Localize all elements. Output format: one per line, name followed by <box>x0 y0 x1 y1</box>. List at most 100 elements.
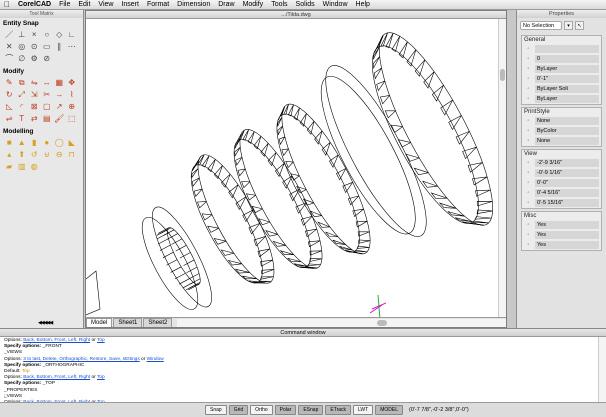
vertical-scroll-thumb[interactable] <box>500 69 505 81</box>
cone-icon[interactable]: ▲ <box>16 137 29 149</box>
section-modify[interactable]: Modify <box>0 66 83 76</box>
menu-insert[interactable]: Insert <box>117 1 143 8</box>
property-row[interactable]: ◦ -2'-9 3/16" <box>522 158 601 168</box>
property-row[interactable]: ◦ ByLayer Soli <box>522 84 601 94</box>
quadrant-snap-icon[interactable]: ✕ <box>3 41 16 53</box>
revolve-icon[interactable]: ↺ <box>28 149 41 161</box>
explode-icon[interactable]: ⊠ <box>28 101 41 113</box>
group-icon[interactable]: ⬚ <box>66 113 79 125</box>
paint-icon[interactable]: 🖌 <box>53 113 66 125</box>
property-value[interactable]: 0'-4 5/16" <box>535 189 599 197</box>
property-value[interactable]: None <box>535 137 599 145</box>
quick-select-button[interactable]: ▾ <box>564 21 573 30</box>
edit-poly-icon[interactable]: ▢ <box>41 101 54 113</box>
status-toggle-lwt[interactable]: LWT <box>353 405 374 415</box>
horizontal-scrollbar[interactable] <box>177 319 506 327</box>
extend-icon[interactable]: → <box>53 89 66 101</box>
property-row[interactable]: ◦ 0'-1" <box>522 74 601 84</box>
property-row[interactable]: ◦ None <box>522 116 601 126</box>
command-prompt-input[interactable]: : <box>0 394 5 400</box>
palette-pager[interactable]: ◀◀◀◀◀ <box>38 320 53 326</box>
chamfer-icon[interactable]: ◺ <box>3 101 16 113</box>
group-title[interactable]: View <box>522 150 601 158</box>
array-icon[interactable]: ▦ <box>53 77 66 89</box>
align-icon[interactable]: ⇌ <box>3 113 16 125</box>
menu-edit[interactable]: Edit <box>74 1 94 8</box>
extrude-icon[interactable]: ⬆ <box>16 149 29 161</box>
break-icon[interactable]: ⌇ <box>66 89 79 101</box>
apple-menu-icon[interactable]:  <box>0 0 14 9</box>
extension-snap-icon[interactable]: ⋯ <box>66 41 79 53</box>
section-entity-snap[interactable]: Entity Snap <box>0 18 83 28</box>
endpoint-snap-icon[interactable]: ／ <box>3 29 16 41</box>
union-icon[interactable]: ⊎ <box>41 149 54 161</box>
status-toggle-esnap[interactable]: ESnap <box>298 405 324 415</box>
scale-icon[interactable]: ⤢ <box>16 89 29 101</box>
menu-tools[interactable]: Tools <box>267 1 291 8</box>
tangent-snap-icon[interactable]: ∟ <box>66 29 79 41</box>
mirror-icon[interactable]: ⇋ <box>28 77 41 89</box>
rotate-icon[interactable]: ↻ <box>3 89 16 101</box>
status-toggle-grid[interactable]: Grid <box>228 405 249 415</box>
property-row[interactable]: ◦ Yes <box>522 240 601 250</box>
menu-draw[interactable]: Draw <box>214 1 238 8</box>
property-row[interactable]: ◦ Yes <box>522 230 601 240</box>
vertical-scrollbar[interactable] <box>498 19 506 319</box>
box-icon[interactable]: ■ <box>3 137 16 149</box>
wedge-icon[interactable]: ◣ <box>66 137 79 149</box>
group-title[interactable]: Misc <box>522 212 601 220</box>
group-title[interactable]: General <box>522 36 601 44</box>
copy-icon[interactable]: ⧉ <box>16 77 29 89</box>
property-value[interactable]: 0'-0" <box>535 179 599 187</box>
drawing-canvas[interactable] <box>86 19 498 317</box>
menu-file[interactable]: File <box>55 1 74 8</box>
horizontal-scroll-thumb[interactable] <box>377 320 388 326</box>
text-edit-icon[interactable]: T <box>16 113 29 125</box>
property-value[interactable]: 0 <box>535 55 599 63</box>
select-entities-button[interactable]: ↖ <box>575 21 584 30</box>
group-title[interactable]: PrintStyle <box>522 108 601 116</box>
erase-icon[interactable]: ✎ <box>3 77 16 89</box>
menu-modify[interactable]: Modify <box>239 1 268 8</box>
property-row[interactable]: ◦ 0'-0" <box>522 178 601 188</box>
subtract-icon[interactable]: ⊖ <box>53 149 66 161</box>
command-option-link[interactable]: Top <box>97 338 105 343</box>
property-value[interactable]: -2'-9 3/16" <box>535 159 599 167</box>
menu-corelcad[interactable]: CorelCAD <box>14 1 55 8</box>
center-snap-icon[interactable]: ◎ <box>16 41 29 53</box>
command-option-link[interactable]: Back, Bottom, Front, Left, Right <box>23 338 90 343</box>
join-icon[interactable]: ⊕ <box>66 101 79 113</box>
insertion-snap-icon[interactable]: ⊙ <box>28 41 41 53</box>
apparent-snap-icon[interactable]: ⌒ <box>3 53 16 65</box>
section-modelling[interactable]: Modelling <box>0 126 83 136</box>
offset-icon[interactable]: ↔ <box>41 77 54 89</box>
property-value[interactable]: Yes <box>535 241 599 249</box>
interfere-icon[interactable]: ◍ <box>28 161 41 173</box>
property-value[interactable]: ByLayer <box>535 95 599 103</box>
stretch-icon[interactable]: ⇲ <box>28 89 41 101</box>
property-row[interactable]: ◦ 0'-5 15/16" <box>522 198 601 208</box>
intersection-snap-icon[interactable]: × <box>28 29 41 41</box>
sphere-icon[interactable]: ● <box>41 137 54 149</box>
snap-clear-icon[interactable]: ⊘ <box>41 53 54 65</box>
property-value[interactable]: Yes <box>535 231 599 239</box>
property-value[interactable]: 0'-5 15/16" <box>535 199 599 207</box>
status-toggle-model[interactable]: MODEL <box>375 405 403 415</box>
perpendicular-snap-icon[interactable]: ○ <box>41 29 54 41</box>
command-option-link[interactable]: Window <box>147 357 164 362</box>
tab-sheet2[interactable]: Sheet2 <box>143 318 173 327</box>
status-toggle-snap[interactable]: Snap <box>205 405 227 415</box>
property-value[interactable]: Yes <box>535 221 599 229</box>
trim-icon[interactable]: ✂ <box>41 89 54 101</box>
menu-help[interactable]: Help <box>352 1 374 8</box>
property-value[interactable]: ByColor <box>535 127 599 135</box>
intersect-icon[interactable]: ⊓ <box>66 149 79 161</box>
status-toggle-etrack[interactable]: ETrack <box>325 405 352 415</box>
section-icon[interactable]: ▥ <box>16 161 29 173</box>
snap-settings-icon[interactable]: ⚙ <box>28 53 41 65</box>
pyramid-icon[interactable]: ▴ <box>3 149 16 161</box>
property-row[interactable]: ◦ ByLayer <box>522 64 601 74</box>
menu-view[interactable]: View <box>94 1 117 8</box>
snap-off-icon[interactable]: ∅ <box>16 53 29 65</box>
command-scrollbar[interactable] <box>598 337 606 403</box>
